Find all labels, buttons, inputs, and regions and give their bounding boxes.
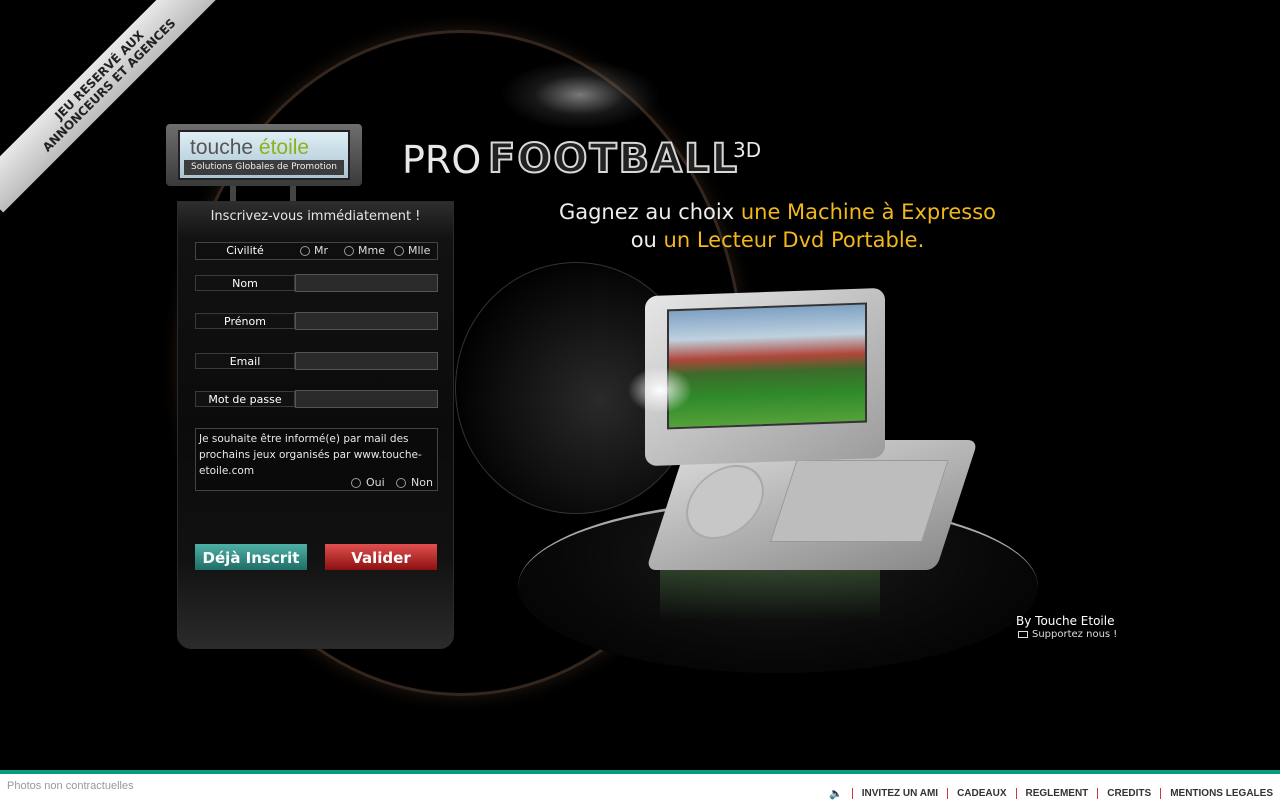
logo-word-touche: touche — [190, 136, 259, 159]
radio-oui-label: Oui — [366, 476, 385, 489]
radio-mlle[interactable] — [394, 246, 404, 256]
headline-part2: ou — [630, 228, 664, 252]
prize-headline: Gagnez au choix une Machine à Expresso o… — [500, 198, 1055, 254]
footer: Photos non contractuelles 🔈 INVITEZ UN A… — [0, 774, 1280, 802]
dvd-control-pad — [675, 465, 774, 539]
logo-post-right — [290, 186, 296, 202]
footer-link-credits[interactable]: CREDITS — [1107, 788, 1151, 799]
logo-word-etoile: étoile — [258, 136, 310, 159]
email-label: Email — [195, 353, 295, 369]
headline-part1: Gagnez au choix — [558, 200, 741, 224]
title-3d: 3D — [733, 138, 762, 162]
dvd-screen-stadium — [667, 302, 867, 430]
password-label: Mot de passe — [195, 391, 295, 407]
headline-prize1: une Machine à Expresso — [740, 200, 997, 224]
radio-non-label: Non — [411, 476, 433, 489]
radio-mme[interactable] — [344, 246, 354, 256]
civilite-label: Civilité — [226, 244, 264, 257]
dvd-top-panel — [769, 460, 949, 542]
optin-text: Je souhaite être informé(e) par mail des… — [199, 433, 422, 477]
form-title: Inscrivez-vous immédiatement ! — [210, 209, 421, 224]
prenom-label: Prénom — [195, 313, 295, 329]
radio-mlle-label: Mlle — [408, 244, 431, 257]
footer-separator — [1097, 788, 1099, 799]
radio-oui[interactable] — [351, 478, 361, 488]
valider-button[interactable]: Valider — [325, 544, 437, 570]
mail-icon — [1018, 630, 1028, 638]
title-football: FOOTBALL — [487, 135, 740, 183]
support-link[interactable]: Supportez nous ! — [1018, 629, 1117, 640]
civilite-row: Civilité Mr Mme Mlle — [195, 242, 438, 260]
nom-field[interactable] — [295, 274, 438, 292]
password-field[interactable] — [295, 390, 438, 408]
logo-tagline: Solutions Globales de Promotion — [184, 160, 344, 175]
footer-separator — [851, 788, 853, 799]
footer-separator — [947, 788, 949, 799]
prenom-field[interactable] — [295, 312, 438, 330]
nom-label: Nom — [195, 275, 295, 291]
logo: touche étoile Solutions Globales de Prom… — [178, 130, 350, 180]
stadium-lights — [500, 60, 660, 130]
light-flare — [625, 365, 695, 415]
footer-note: Photos non contractuelles — [7, 780, 134, 792]
footer-link-cadeaux[interactable]: CADEAUX — [957, 788, 1006, 799]
deja-inscrit-button[interactable]: Déjà Inscrit — [195, 544, 307, 570]
logo-post-left — [230, 186, 236, 202]
footer-nav: 🔈 INVITEZ UN AMI CADEAUX REGLEMENT CREDI… — [829, 787, 1273, 800]
headline-prize2: un Lecteur Dvd Portable. — [663, 228, 925, 252]
footer-separator — [1015, 788, 1017, 799]
by-credit: By Touche Etoile — [1016, 614, 1115, 628]
footer-separator — [1160, 788, 1162, 799]
email-field[interactable] — [295, 352, 438, 370]
registration-form: Inscrivez-vous immédiatement ! Civilité … — [177, 201, 454, 649]
radio-mme-label: Mme — [358, 244, 385, 257]
radio-mr-label: Mr — [314, 244, 329, 257]
radio-non[interactable] — [396, 478, 406, 488]
footer-link-mentions[interactable]: MENTIONS LEGALES — [1170, 788, 1273, 799]
support-label: Supportez nous ! — [1032, 629, 1118, 640]
title-pro: PRO — [402, 138, 482, 182]
radio-mr[interactable] — [300, 246, 310, 256]
logo-wordmark: touche étoile — [190, 136, 309, 160]
footer-link-invitez[interactable]: INVITEZ UN AMI — [862, 788, 938, 799]
speaker-icon[interactable]: 🔈 — [829, 787, 843, 800]
logo-sign: touche étoile Solutions Globales de Prom… — [166, 124, 362, 186]
footer-link-reglement[interactable]: REGLEMENT — [1026, 788, 1089, 799]
newsletter-optin: Je souhaite être informé(e) par mail des… — [195, 428, 438, 491]
